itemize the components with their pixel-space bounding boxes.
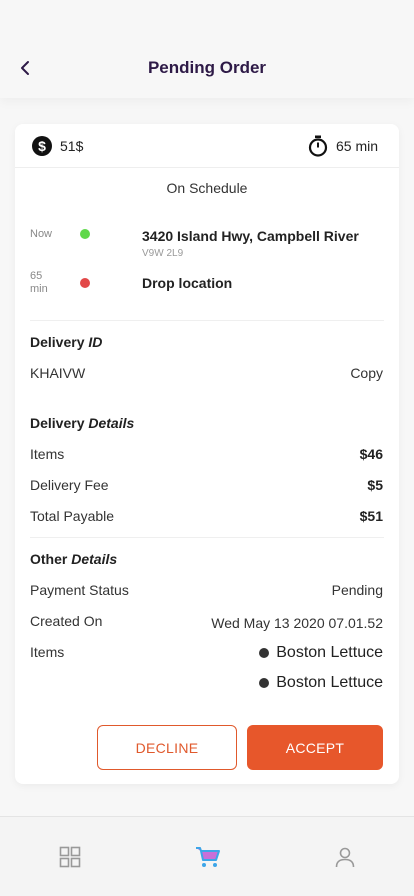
pickup-address: 3420 Island Hwy, Campbell River xyxy=(142,228,359,244)
created-on-value: Wed May 13 2020 07.01.52 xyxy=(211,615,383,631)
nav-orders[interactable] xyxy=(195,845,220,869)
bullet-icon xyxy=(259,648,270,658)
items-label: Items xyxy=(30,446,65,462)
page-title: Pending Order xyxy=(147,58,267,77)
created-on-label: Created On xyxy=(30,613,103,629)
cart-icon xyxy=(196,847,220,867)
pickup-postal-code: V9W 2L9 xyxy=(142,248,184,259)
payment-status-value: Pending xyxy=(331,582,383,598)
stopwatch-icon xyxy=(308,135,328,157)
dropoff-label: Drop location xyxy=(142,275,233,291)
delivery-fee-label: Delivery Fee xyxy=(30,477,109,493)
delivery-details-title: Delivery Details xyxy=(30,415,135,431)
order-summary: $ 51$ 65 min xyxy=(15,124,399,168)
dollar-circle-icon: $ xyxy=(32,136,52,156)
copy-button[interactable]: Copy xyxy=(350,365,383,381)
delivery-id-title: Delivery ID xyxy=(30,334,103,350)
decline-button[interactable]: DECLINE xyxy=(97,725,237,770)
header: Pending Order xyxy=(0,0,414,98)
divider xyxy=(30,320,384,321)
pickup-time: Now xyxy=(30,228,53,240)
list-item: Boston Lettuce xyxy=(259,644,383,662)
dropoff-time: 65 min xyxy=(30,270,48,296)
order-duration: 65 min xyxy=(336,138,379,154)
delivery-id-value: KHAIVW xyxy=(30,365,86,381)
dropoff-dot xyxy=(80,278,90,288)
total-payable-value: $51 xyxy=(359,508,383,524)
nav-dashboard[interactable] xyxy=(58,845,82,869)
dropoff-time-unit: min xyxy=(30,283,48,295)
order-price: 51$ xyxy=(60,138,84,154)
order-items-label: Items xyxy=(30,644,65,660)
accept-button[interactable]: ACCEPT xyxy=(247,725,383,770)
grid-icon xyxy=(59,846,81,868)
svg-text:$: $ xyxy=(38,138,46,154)
bullet-icon xyxy=(259,678,270,688)
pickup-dot xyxy=(80,229,90,239)
user-icon xyxy=(335,847,355,868)
items-price: $46 xyxy=(359,446,383,462)
nav-profile[interactable] xyxy=(333,845,357,869)
total-payable-label: Total Payable xyxy=(30,508,115,524)
delivery-fee-value: $5 xyxy=(367,477,383,493)
bottom-nav xyxy=(0,816,414,896)
schedule-status: On Schedule xyxy=(166,180,248,196)
divider xyxy=(30,537,384,538)
dropoff-time-value: 65 xyxy=(30,270,43,282)
payment-status-label: Payment Status xyxy=(30,582,129,598)
list-item: Boston Lettuce xyxy=(259,674,383,692)
other-details-title: Other Details xyxy=(30,551,118,567)
order-card: $ 51$ 65 min On Schedule Now 3420 Island… xyxy=(15,124,399,784)
